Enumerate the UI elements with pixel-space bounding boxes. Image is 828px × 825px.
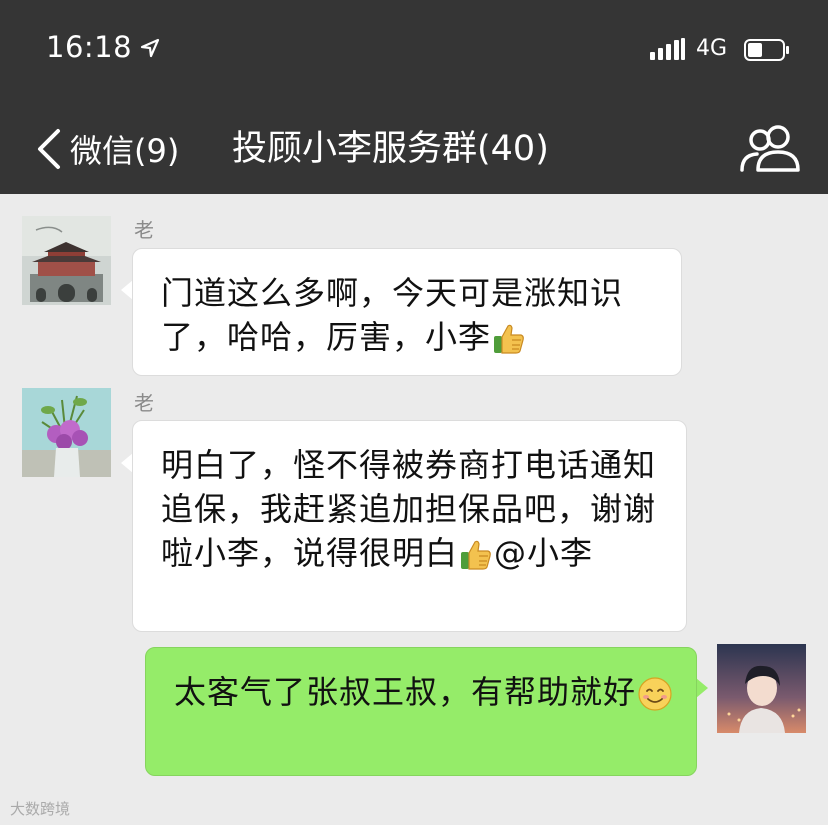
- message-bubble[interactable]: 明白了，怪不得被券商打电话通知追保，我赶紧追加担保品吧，谢谢啦小李，说得很明白 …: [132, 420, 687, 632]
- top-bar: 16:18 4G 微信(9) 投顾小李服务群(40): [0, 0, 828, 194]
- palace-gate-avatar[interactable]: [22, 216, 111, 305]
- chevron-left-icon: [38, 129, 60, 169]
- message-text: 太客气了张叔王叔，有帮助就好: [174, 673, 637, 711]
- message-text: 门道这么多啊，今天可是涨知识了，哈哈，厉害，小李: [161, 274, 624, 356]
- smiley-emoji: [638, 677, 672, 711]
- signal-icon: [650, 38, 685, 60]
- message-bubble[interactable]: 太客气了张叔王叔，有帮助就好: [145, 647, 697, 776]
- battery-icon: [744, 39, 789, 61]
- boy-night-avatar[interactable]: [717, 644, 806, 733]
- back-label: 微信(9): [70, 132, 180, 170]
- flower-vase-avatar[interactable]: [22, 388, 111, 477]
- back-button[interactable]: 微信(9): [34, 124, 179, 174]
- group-members-icon[interactable]: [738, 122, 802, 174]
- chat-title: 投顾小李服务群(40): [232, 129, 549, 169]
- thumbs-up-emoji: [494, 324, 524, 354]
- thumbs-up-emoji: [461, 540, 491, 570]
- mention-text[interactable]: @小李: [494, 534, 593, 572]
- location-arrow-icon: [140, 38, 160, 58]
- watermark: 大数跨境: [10, 800, 71, 818]
- network-type: 4G: [696, 36, 728, 61]
- status-time: 16:18: [46, 30, 133, 64]
- message-bubble[interactable]: 门道这么多啊，今天可是涨知识了，哈哈，厉害，小李: [132, 248, 682, 376]
- bubble-tail: [696, 678, 708, 698]
